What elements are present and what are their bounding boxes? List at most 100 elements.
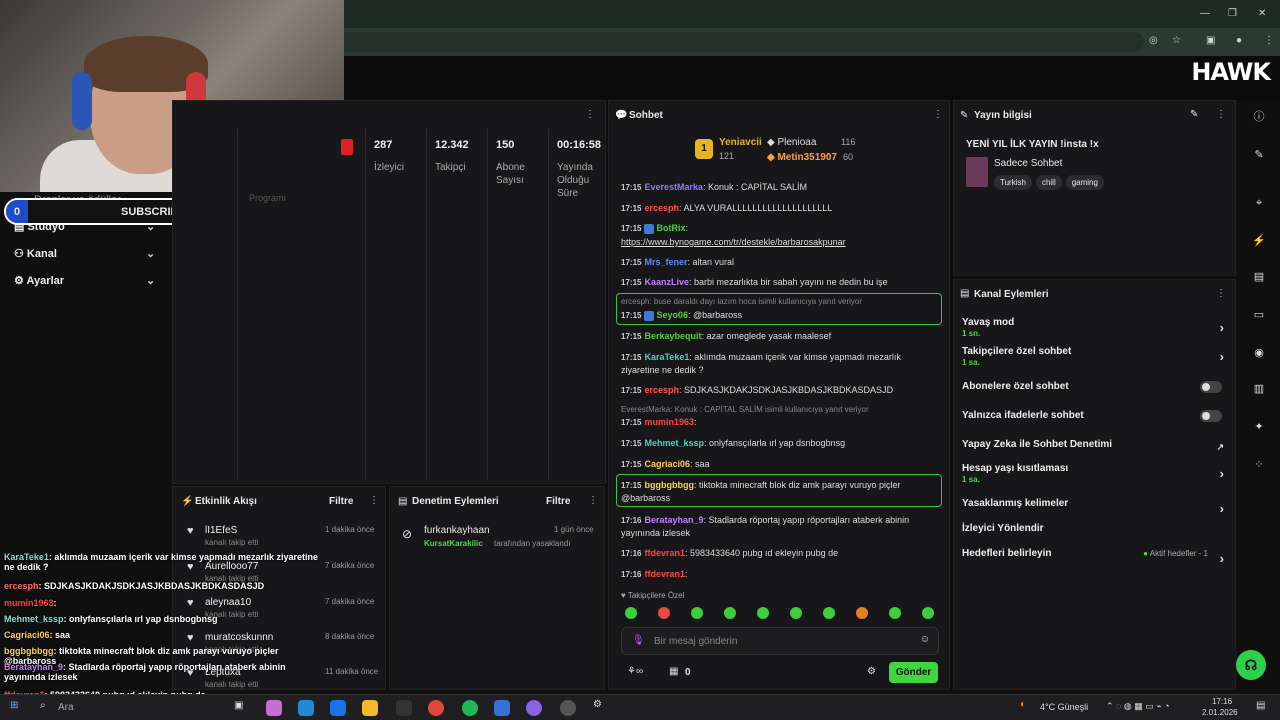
account-age-row[interactable]: Hesap yaşı kısıtlaması 1 sa. › [962, 463, 1230, 484]
goals-row[interactable]: Hedefleri belirleyin ● Aktif hedefler - 1… [962, 548, 1230, 566]
eye-off-icon[interactable]: ◎ [1149, 35, 1158, 46]
sidebar-item-settings[interactable]: ⚙ Ayarlar ⌄ [14, 274, 155, 287]
message-user[interactable]: Mehmet_kssp [644, 438, 704, 448]
xbox-icon[interactable] [396, 700, 412, 716]
extensions-icon[interactable]: ▣ [1206, 35, 1215, 46]
spotify-icon[interactable] [462, 700, 478, 716]
message-user[interactable]: ercesph [644, 203, 679, 213]
message-user[interactable]: Beratayhan_9 [644, 515, 703, 525]
more-options-icon[interactable]: ⋮ [369, 495, 379, 506]
taskbar-search[interactable]: Ara [58, 702, 74, 713]
emote-icon[interactable] [724, 607, 736, 619]
message-user[interactable]: EverestMarka [644, 182, 703, 192]
tag[interactable]: Turkish [994, 175, 1032, 190]
message-user[interactable]: ercesph [644, 385, 679, 395]
steam-icon[interactable] [494, 700, 510, 716]
message-user[interactable]: Berkaybequit [644, 331, 701, 341]
layout-icon[interactable]: ▥ [1250, 380, 1268, 398]
banned-user[interactable]: furkankayhaan [424, 525, 490, 536]
banned-words-row[interactable]: Yasaklanmış kelimeler › [962, 498, 1230, 516]
settings-icon[interactable]: ⚙ [867, 666, 876, 677]
activity-user[interactable]: lI1EfeS [205, 525, 237, 536]
loyalty-icon[interactable]: ⚘∞ [627, 666, 643, 677]
profile-icon[interactable]: ● [1236, 35, 1242, 46]
message-user[interactable]: Mrs_fener [644, 257, 687, 267]
viewer-redirect-row[interactable]: İzleyici Yönlendir [962, 523, 1230, 534]
tray-icons[interactable]: ⌃ ◌ ◍ ▦ ▭ ⌁ ◔ [1106, 701, 1170, 712]
tag[interactable]: gaming [1065, 175, 1104, 190]
windows-start-icon[interactable]: ⊞ [10, 700, 18, 711]
minimize-icon[interactable]: — [1200, 8, 1210, 19]
star-icon[interactable]: ☆ [1172, 35, 1181, 46]
info-icon[interactable]: ⓘ [1250, 108, 1268, 126]
slow-mode-row[interactable]: Yavaş mod 1 sn. › [962, 317, 1230, 338]
more-options-icon[interactable]: ⋮ [1216, 109, 1226, 120]
gift-icon[interactable]: ▦ [669, 666, 678, 677]
obs-icon[interactable] [560, 700, 576, 716]
emote-icon[interactable] [691, 607, 703, 619]
message-user[interactable]: ffdevran1 [644, 548, 685, 558]
sidebar-item-channel[interactable]: ⚇ Kanal ⌄ [14, 247, 155, 260]
file-explorer-icon[interactable] [362, 700, 378, 716]
clock-time[interactable]: 17:16 [1212, 697, 1232, 706]
message-user[interactable]: mumin1963 [644, 417, 694, 427]
weather-text[interactable]: 4°C Güneşli [1040, 702, 1088, 712]
wrench-icon[interactable]: ✦ [1250, 418, 1268, 436]
chat-link[interactable]: https://www.bynogame.com/tr/destekle/bar… [621, 236, 941, 248]
emoji-icon[interactable]: ☺ [920, 634, 930, 645]
message-user[interactable]: Cagriaci06 [644, 459, 690, 469]
microphone-icon[interactable]: 🎙 [632, 635, 645, 646]
chat-input[interactable]: 🎙 Bir mesaj gönderin ☺ [621, 627, 939, 655]
lightning-icon[interactable]: ⚡ [1250, 232, 1268, 250]
message-user[interactable]: bggbgbbgg [644, 480, 693, 490]
settings-icon[interactable]: ⚙ [593, 699, 602, 710]
clipboard-icon[interactable]: ▤ [1250, 268, 1268, 286]
notifications-icon[interactable]: ▤ [1256, 700, 1265, 711]
address-bar[interactable]: ◎ ☆ ▣ ● ⋮ [344, 28, 1280, 56]
message-user[interactable]: Seyo06 [656, 310, 688, 320]
message-user[interactable]: ffdevran1 [644, 569, 685, 579]
url-field[interactable] [344, 32, 1144, 52]
stream-category[interactable]: Sadece Sohbet [994, 158, 1062, 169]
message-user[interactable]: KaraTeke1 [644, 352, 689, 362]
clock-date[interactable]: 2.01.2026 [1202, 708, 1238, 717]
menu-icon[interactable]: ⋮ [1264, 35, 1274, 46]
support-icon[interactable]: ☊ [1236, 650, 1266, 680]
more-options-icon[interactable]: ⋮ [1216, 288, 1226, 299]
subscribers-only-toggle[interactable] [1200, 381, 1222, 393]
target-icon[interactable]: ⌖ [1250, 194, 1268, 212]
ai-moderation-row[interactable]: Yapay Zeka ile Sohbet Denetimi ↗ [962, 439, 1230, 452]
emote-icon[interactable] [658, 607, 670, 619]
tag[interactable]: chill [1035, 175, 1062, 190]
filter-button[interactable]: Filtre [329, 496, 353, 507]
message-user[interactable]: KaanzLive [644, 277, 689, 287]
edit-icon[interactable]: ✎ [1190, 109, 1198, 120]
search-icon[interactable]: ⌕ [40, 700, 46, 711]
emote-icon[interactable] [790, 607, 802, 619]
more-options-icon[interactable]: ⋮ [588, 495, 598, 506]
followers-only-row[interactable]: Takipçilere özel sohbet 1 sa. › [962, 346, 1230, 367]
more-options-icon[interactable]: ⋮ [933, 109, 943, 120]
pen-icon[interactable]: ✎ [1250, 146, 1268, 164]
task-view-icon[interactable]: ▣ [234, 700, 243, 711]
emote-icon[interactable] [922, 607, 934, 619]
discord-icon[interactable] [526, 700, 542, 716]
second-gifter[interactable]: ◆ Plenioaa [767, 137, 816, 148]
apps-icon[interactable]: ⁘ [1250, 456, 1268, 474]
top-gifter-name[interactable]: Yeniavcii [719, 137, 762, 148]
more-options-icon[interactable]: ⋮ [585, 109, 595, 120]
edge-icon[interactable] [298, 700, 314, 716]
emote-icon[interactable] [889, 607, 901, 619]
emote-icon[interactable] [625, 607, 637, 619]
filter-button[interactable]: Filtre [546, 496, 570, 507]
broadcast-icon[interactable]: ◉ [1250, 344, 1268, 362]
maximize-icon[interactable]: ❐ [1228, 8, 1237, 19]
outlook-icon[interactable] [330, 700, 346, 716]
chrome-icon[interactable] [428, 700, 444, 716]
send-button[interactable]: Gönder [889, 662, 938, 683]
moderator-name[interactable]: KursatKarakilic [424, 539, 483, 548]
emote-icon[interactable] [757, 607, 769, 619]
message-user[interactable]: BotRix [656, 223, 685, 233]
emotes-only-toggle[interactable] [1200, 410, 1222, 422]
emote-icon[interactable] [856, 607, 868, 619]
